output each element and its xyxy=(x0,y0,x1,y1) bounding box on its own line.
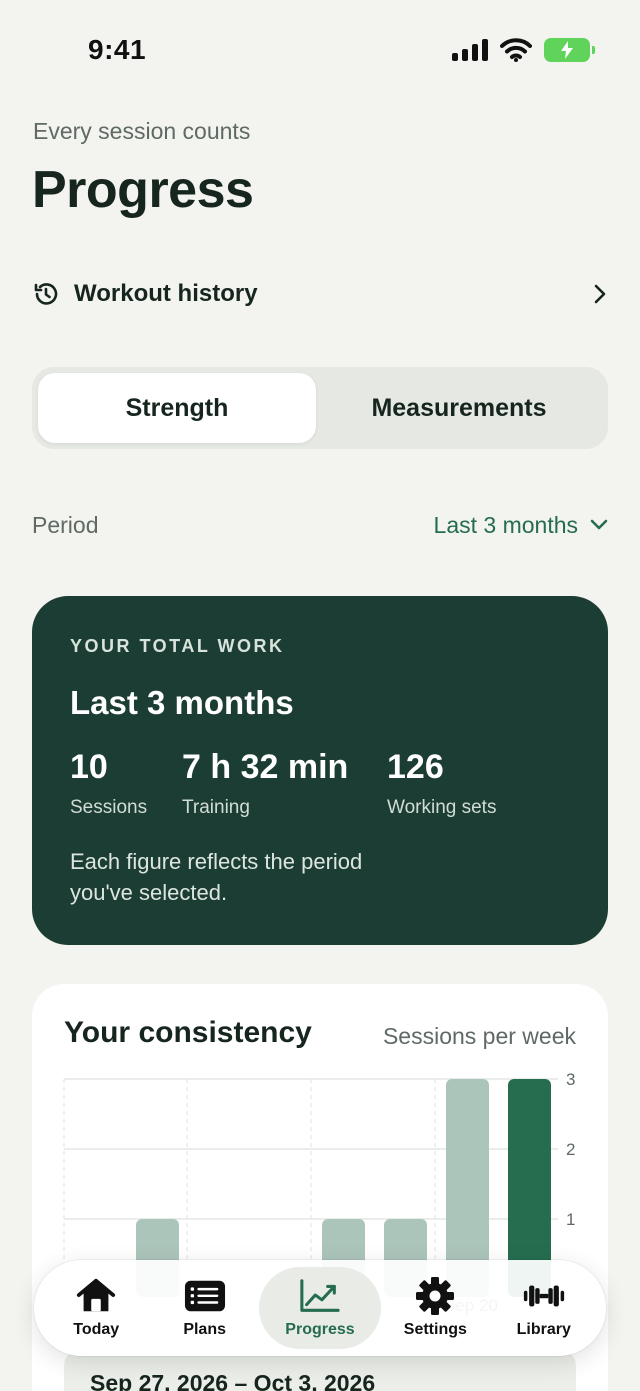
period-label: Period xyxy=(32,511,99,538)
tab-label: Progress xyxy=(285,1321,355,1338)
period-row: Period Last 3 months xyxy=(32,505,608,545)
selected-week-range[interactable]: Sep 27, 2026 – Oct 3, 2026 xyxy=(64,1350,576,1391)
tab-label: Settings xyxy=(403,1321,467,1338)
chart-y-tick-label: 2 xyxy=(566,1140,575,1159)
status-icons xyxy=(452,38,595,62)
tab-label: Plans xyxy=(183,1321,226,1338)
status-bar: 9:41 xyxy=(0,0,640,100)
total-work-card: YOUR TOTAL WORK Last 3 months 10 Session… xyxy=(32,596,608,945)
stat-sessions: 10 Sessions xyxy=(70,748,147,819)
tab-library[interactable]: Library xyxy=(490,1267,598,1349)
dumbbell-icon xyxy=(523,1277,565,1315)
period-dropdown[interactable]: Last 3 months xyxy=(434,512,608,539)
segment-strength[interactable]: Strength xyxy=(38,373,316,443)
wifi-icon xyxy=(500,38,532,62)
history-icon xyxy=(32,280,60,308)
work-card-note: Each figure reflects the period you've s… xyxy=(70,849,363,905)
page-subtitle: Every session counts xyxy=(33,118,251,144)
selected-week-range-text: Sep 27, 2026 – Oct 3, 2026 xyxy=(90,1370,376,1391)
workout-history-link[interactable]: Workout history xyxy=(32,270,612,318)
stat-value: 10 xyxy=(70,748,108,786)
chevron-right-icon xyxy=(588,282,612,306)
work-card-eyebrow: YOUR TOTAL WORK xyxy=(70,636,285,656)
stat-value: 126 xyxy=(387,748,444,786)
battery-icon xyxy=(544,38,595,62)
workout-history-label: Workout history xyxy=(74,280,258,307)
stat-label: Working sets xyxy=(387,797,497,818)
tab-plans[interactable]: Plans xyxy=(150,1267,258,1349)
chevron-down-icon xyxy=(590,519,608,530)
tab-today[interactable]: Today xyxy=(42,1267,150,1349)
segment-measurements[interactable]: Measurements xyxy=(316,373,602,443)
gear-icon xyxy=(414,1277,456,1315)
stat-working-sets: 126 Working sets xyxy=(387,748,496,819)
tab-label: Today xyxy=(73,1321,120,1338)
chart-y-tick-label: 1 xyxy=(566,1210,575,1229)
stat-training: 7 h 32 min Training xyxy=(182,748,348,819)
tab-settings[interactable]: Settings xyxy=(381,1267,489,1349)
chart-icon xyxy=(299,1277,341,1315)
period-value: Last 3 months xyxy=(433,511,578,538)
stat-label: Training xyxy=(182,797,250,818)
metric-segmented-control: Strength Measurements xyxy=(32,367,608,449)
bottom-tab-bar: Today Plans Progress Settings Library xyxy=(34,1260,606,1356)
tab-progress[interactable]: Progress xyxy=(258,1267,382,1349)
work-card-period: Last 3 months xyxy=(70,684,294,721)
list-icon xyxy=(184,1277,226,1315)
home-icon xyxy=(75,1277,117,1315)
status-time: 9:41 xyxy=(88,34,147,65)
stat-value: 7 h 32 min xyxy=(182,748,349,786)
tab-label: Library xyxy=(516,1321,571,1338)
chart-y-tick-label: 3 xyxy=(566,1070,575,1089)
page-title: Progress xyxy=(32,161,254,219)
signal-icon xyxy=(452,39,488,61)
stat-label: Sessions xyxy=(70,797,148,818)
